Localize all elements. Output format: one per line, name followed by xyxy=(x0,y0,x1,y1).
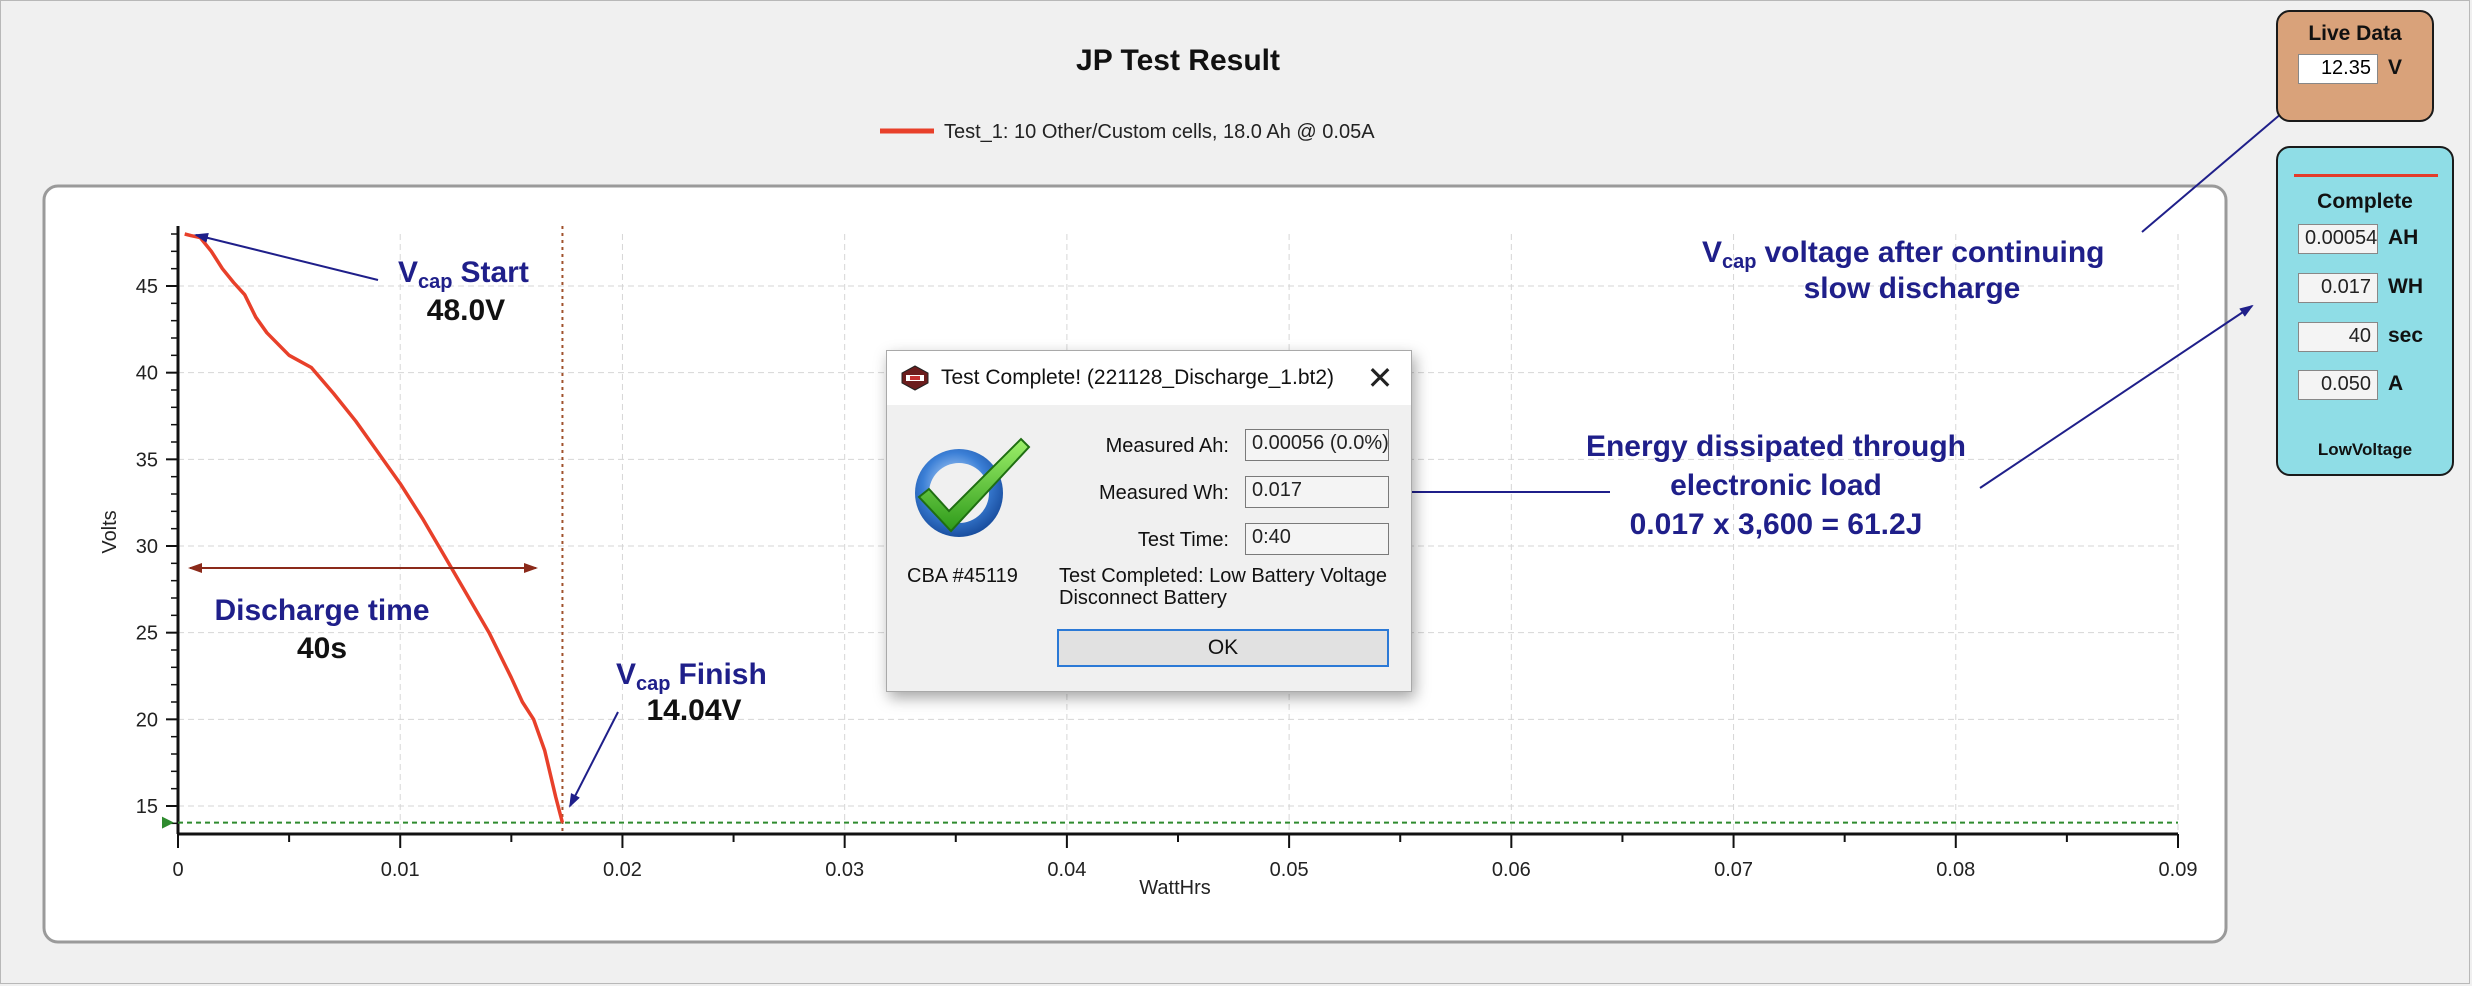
vcap-start-sub: cap xyxy=(418,271,452,293)
y-tick-label: 45 xyxy=(136,276,158,298)
y-tick-label: 35 xyxy=(136,449,158,471)
amps-field: 0.050 xyxy=(2298,370,2378,400)
discharge-time-label: Discharge time xyxy=(214,594,429,627)
live-note-sub: cap xyxy=(1722,251,1756,273)
test-time-field: 0:40 xyxy=(1245,523,1389,555)
measured-ah-label: Measured Ah: xyxy=(1105,435,1229,457)
complete-title: Complete xyxy=(2317,190,2413,213)
status-line-2: Disconnect Battery xyxy=(1059,587,1227,609)
energy-line2: electronic load xyxy=(1670,469,1882,502)
live-note-v: V xyxy=(1702,236,1722,269)
ok-button[interactable]: OK xyxy=(1057,629,1389,667)
vcap-finish-word: Finish xyxy=(678,658,766,691)
y-tick-label: 25 xyxy=(136,623,158,645)
amps-unit: A xyxy=(2388,372,2404,395)
ah-unit: AH xyxy=(2388,226,2419,249)
live-note-text: voltage after continuing xyxy=(1764,236,2104,269)
status-line-1: Test Completed: Low Battery Voltage xyxy=(1059,565,1387,587)
cba-label: CBA #45119 xyxy=(907,565,1018,587)
x-tick-label: 0.03 xyxy=(825,859,864,881)
vcap-finish-v: V xyxy=(616,658,636,691)
vcap-finish-sub: cap xyxy=(636,673,670,695)
live-voltage-unit: V xyxy=(2388,56,2403,79)
live-note-line2: slow discharge xyxy=(1804,272,2021,305)
wh-unit: WH xyxy=(2388,275,2423,298)
test-complete-dialog: Test Complete! (221128_Discharge_1.bt2) … xyxy=(886,350,1412,692)
live-voltage-field: 12.35 xyxy=(2298,54,2378,84)
x-tick-label: 0.09 xyxy=(2159,859,2198,881)
x-tick-label: 0.01 xyxy=(381,859,420,881)
discharge-time-value: 40s xyxy=(297,632,347,665)
vcap-start-word: Start xyxy=(460,256,528,289)
check-icon xyxy=(915,437,1031,537)
sec-field: 40 xyxy=(2298,322,2378,352)
y-axis-title: Volts xyxy=(99,510,121,553)
legend-label: Test_1: 10 Other/Custom cells, 18.0 Ah @… xyxy=(944,121,1375,143)
sec-unit: sec xyxy=(2388,324,2424,347)
vcap-start-value: 48.0V xyxy=(427,294,505,327)
energy-line3: 0.017 x 3,600 = 61.2J xyxy=(1630,508,1923,541)
app-icon xyxy=(901,365,929,391)
y-tick-label: 15 xyxy=(136,796,158,818)
vcap-start-label: Vcap Start xyxy=(398,256,529,293)
chart-title: JP Test Result xyxy=(1076,44,1280,77)
x-tick-label: 0.06 xyxy=(1492,859,1531,881)
y-tick-label: 40 xyxy=(136,363,158,385)
x-tick-label: 0.08 xyxy=(1936,859,1975,881)
live-data-title: Live Data xyxy=(2308,22,2402,45)
x-tick-label: 0.05 xyxy=(1270,859,1309,881)
y-tick-label: 20 xyxy=(136,709,158,731)
vcap-finish-value: 14.04V xyxy=(646,694,741,727)
measured-ah-field: 0.00056 (0.0%) xyxy=(1245,429,1389,461)
complete-status: LowVoltage xyxy=(2317,440,2413,459)
vcap-start-v: V xyxy=(398,256,418,289)
x-axis-title: WattHrs xyxy=(1139,877,1210,899)
dialog-title: Test Complete! (221128_Discharge_1.bt2) xyxy=(941,366,1335,389)
dialog-titlebar: Test Complete! (221128_Discharge_1.bt2) … xyxy=(887,351,1411,405)
measured-wh-label: Measured Wh: xyxy=(1098,482,1229,504)
complete-legend-line xyxy=(2294,174,2438,177)
x-tick-label: 0.04 xyxy=(1047,859,1086,881)
ah-field: 0.00054 xyxy=(2298,224,2378,254)
complete-panel: Complete 0.00054 AH 0.017 WH 40 sec 0.05… xyxy=(2276,146,2454,476)
x-tick-label: 0.07 xyxy=(1714,859,1753,881)
test-status-message: Test Completed: Low Battery Voltage Disc… xyxy=(1059,565,1387,609)
measured-wh-field: 0.017 xyxy=(1245,476,1389,508)
x-tick-label: 0 xyxy=(172,859,183,881)
close-icon[interactable]: ✕ xyxy=(1349,351,1411,405)
energy-line1: Energy dissipated through xyxy=(1586,430,1966,463)
live-data-panel: Live Data 12.35 V xyxy=(2276,10,2434,122)
y-tick-label: 30 xyxy=(136,536,158,558)
test-time-label: Test Time: xyxy=(1137,529,1229,551)
wh-field: 0.017 xyxy=(2298,273,2378,303)
x-tick-label: 0.02 xyxy=(603,859,642,881)
